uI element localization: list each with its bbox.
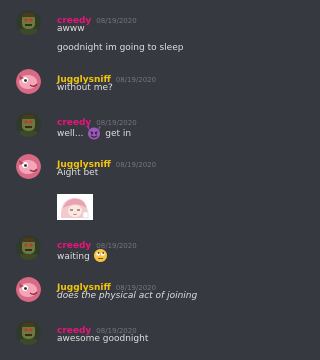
message-text-segment: waiting (57, 252, 90, 262)
chat-messages: creedy 08/19/2020 awww goodnight im going… (0, 0, 283, 360)
message-text-segment: get in (105, 129, 132, 139)
pink-creature-avatar-icon[interactable] (16, 69, 41, 94)
message-text: waiting (57, 249, 108, 264)
pink-creature-avatar-icon[interactable] (16, 277, 41, 302)
message-text: awww (57, 24, 85, 34)
anime-girl-sticker[interactable] (57, 194, 93, 220)
message-text: without me? (57, 83, 113, 93)
smiling-imp-emoji[interactable] (86, 125, 102, 140)
face-with-rolling-eyes-emoji[interactable] (93, 248, 108, 263)
timestamp: 08/19/2020 (115, 76, 157, 84)
message-text: does the physical act of joining (57, 291, 198, 301)
timestamp: 08/19/2020 (96, 17, 137, 25)
pink-creature-avatar-icon[interactable] (16, 154, 41, 179)
message-text: Aight bet (57, 168, 99, 178)
zombie-avatar-icon[interactable] (16, 320, 41, 345)
zombie-avatar-icon[interactable] (16, 112, 41, 137)
message-text-segment: well... (57, 129, 84, 139)
message-text: goodnight im going to sleep (57, 43, 184, 53)
message-text: well... get in (57, 126, 131, 141)
zombie-avatar-icon[interactable] (16, 10, 41, 35)
timestamp: 08/19/2020 (115, 161, 157, 169)
message-text: awesome goodnight (57, 334, 149, 344)
zombie-avatar-icon[interactable] (16, 235, 41, 260)
